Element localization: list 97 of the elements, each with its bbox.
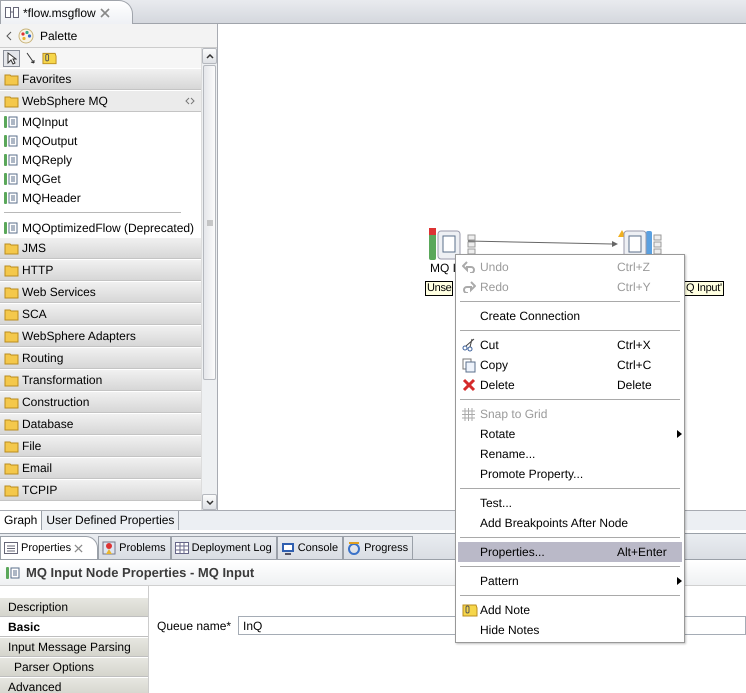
node-icon xyxy=(3,190,19,206)
folder-icon xyxy=(4,72,20,86)
palette-item[interactable]: MQHeader xyxy=(0,188,201,207)
node-icon xyxy=(3,152,19,168)
menu-item[interactable]: Copy Ctrl+C xyxy=(458,355,682,375)
menu-item[interactable]: Hide Notes xyxy=(458,620,682,640)
properties-section-tab[interactable]: Description xyxy=(0,597,148,617)
grip-icon xyxy=(206,220,212,226)
menu-item[interactable]: Create Connection xyxy=(458,306,682,326)
node-label: MQ I xyxy=(430,261,456,275)
scissors-icon xyxy=(462,338,476,352)
view-tab[interactable]: Problems xyxy=(98,536,171,559)
folder-icon xyxy=(4,395,20,409)
menu-item[interactable]: Test... xyxy=(458,493,682,513)
view-tab[interactable]: Properties xyxy=(0,536,98,559)
problems-icon xyxy=(102,541,116,555)
properties-title: MQ Input Node Properties - MQ Input xyxy=(26,565,254,580)
console-icon xyxy=(280,542,295,554)
palette-title: Palette xyxy=(40,28,78,42)
palette-drawer[interactable]: WebSphere Adapters xyxy=(0,325,201,347)
palette-drawer[interactable]: File xyxy=(0,435,201,457)
progress-icon xyxy=(347,541,362,555)
menu-item[interactable]: Promote Property... xyxy=(458,464,682,484)
menu-item[interactable]: Rename... xyxy=(458,444,682,464)
menu-item[interactable]: Pattern xyxy=(458,571,682,591)
palette-drawer[interactable]: Construction xyxy=(0,391,201,413)
folder-icon xyxy=(4,461,20,475)
palette-drawer[interactable]: SCA xyxy=(0,303,201,325)
folder-icon xyxy=(4,329,20,343)
copy-icon xyxy=(462,358,476,372)
chevron-down-icon xyxy=(206,500,214,504)
palette-drawer[interactable]: JMS xyxy=(0,237,201,259)
flow-icon xyxy=(5,7,19,18)
table-icon xyxy=(174,542,189,554)
node-tooltip: Q Input' xyxy=(684,281,724,296)
node-tooltip: Unse xyxy=(425,281,454,296)
folder-icon xyxy=(4,263,20,277)
grid-icon xyxy=(462,408,475,420)
note-icon xyxy=(462,604,478,616)
menu-item[interactable]: Rotate xyxy=(458,424,682,444)
menu-item[interactable]: Properties... Alt+Enter xyxy=(458,542,682,562)
view-tab[interactable]: Deployment Log xyxy=(170,536,277,559)
editor-page-tab[interactable]: Graph xyxy=(0,511,42,530)
menu-item[interactable]: Delete Delete xyxy=(458,375,682,395)
palette-drawer[interactable]: Web Services xyxy=(0,281,201,303)
folder-icon xyxy=(4,94,20,108)
palette-item[interactable]: MQOptimizedFlow (Deprecated) xyxy=(0,218,201,237)
node-icon xyxy=(3,114,19,130)
palette-item[interactable]: MQInput xyxy=(0,112,201,131)
delete-icon xyxy=(462,378,476,392)
note-icon[interactable] xyxy=(42,52,57,64)
palette-drawer[interactable]: Email xyxy=(0,457,201,479)
palette-drawer[interactable]: TCPIP xyxy=(0,479,201,501)
editor-tab[interactable]: *flow.msgflow xyxy=(0,0,133,24)
folder-icon xyxy=(4,373,20,387)
view-tab[interactable]: Progress xyxy=(343,536,414,559)
palette-drawer[interactable]: Database xyxy=(0,413,201,435)
menu-item[interactable]: Cut Ctrl+X xyxy=(458,335,682,355)
folder-icon xyxy=(4,351,20,365)
palette-item[interactable]: MQOutput xyxy=(0,131,201,150)
menu-item[interactable]: Add Breakpoints After Node xyxy=(458,513,682,533)
chevron-up-icon xyxy=(206,54,214,58)
properties-section-tab[interactable]: Advanced xyxy=(0,677,148,693)
folder-icon xyxy=(4,439,20,453)
palette-drawer[interactable]: Transformation xyxy=(0,369,201,391)
close-icon[interactable] xyxy=(74,544,84,552)
field-label: Queue name* xyxy=(157,618,230,632)
folder-icon xyxy=(4,417,20,431)
palette-item[interactable]: MQGet xyxy=(0,169,201,188)
node-icon xyxy=(3,132,19,148)
menu-item[interactable]: Add Note xyxy=(458,600,682,620)
redo-icon xyxy=(462,281,476,293)
collapse-icon[interactable] xyxy=(6,30,12,40)
palette-item[interactable]: MQReply xyxy=(0,150,201,169)
properties-section-tab[interactable]: Parser Options xyxy=(0,657,148,677)
palette-drawer[interactable]: Favorites xyxy=(0,68,201,90)
palette-drawer[interactable]: WebSphere MQ xyxy=(0,90,201,112)
folder-icon xyxy=(4,307,20,321)
folder-icon xyxy=(4,285,20,299)
properties-section-tab[interactable]: Input Message Parsing xyxy=(0,637,148,657)
node-icon xyxy=(3,220,19,236)
connection-arrow-icon[interactable] xyxy=(26,52,36,64)
scroll-up-button[interactable] xyxy=(202,48,217,64)
palette-drawer[interactable]: Routing xyxy=(0,347,201,369)
palette-icon xyxy=(18,28,34,44)
node-icon xyxy=(5,564,21,580)
palette-drawer[interactable]: HTTP xyxy=(0,259,201,281)
node-icon xyxy=(3,170,19,186)
close-icon[interactable] xyxy=(100,8,110,18)
folder-icon xyxy=(4,483,20,497)
scroll-down-button[interactable] xyxy=(202,494,217,510)
folder-icon xyxy=(4,241,20,255)
select-tool[interactable] xyxy=(3,50,20,66)
list-icon xyxy=(4,542,18,554)
undo-icon xyxy=(462,261,476,273)
pin-icon[interactable] xyxy=(185,97,195,105)
view-tab[interactable]: Console xyxy=(276,536,344,559)
